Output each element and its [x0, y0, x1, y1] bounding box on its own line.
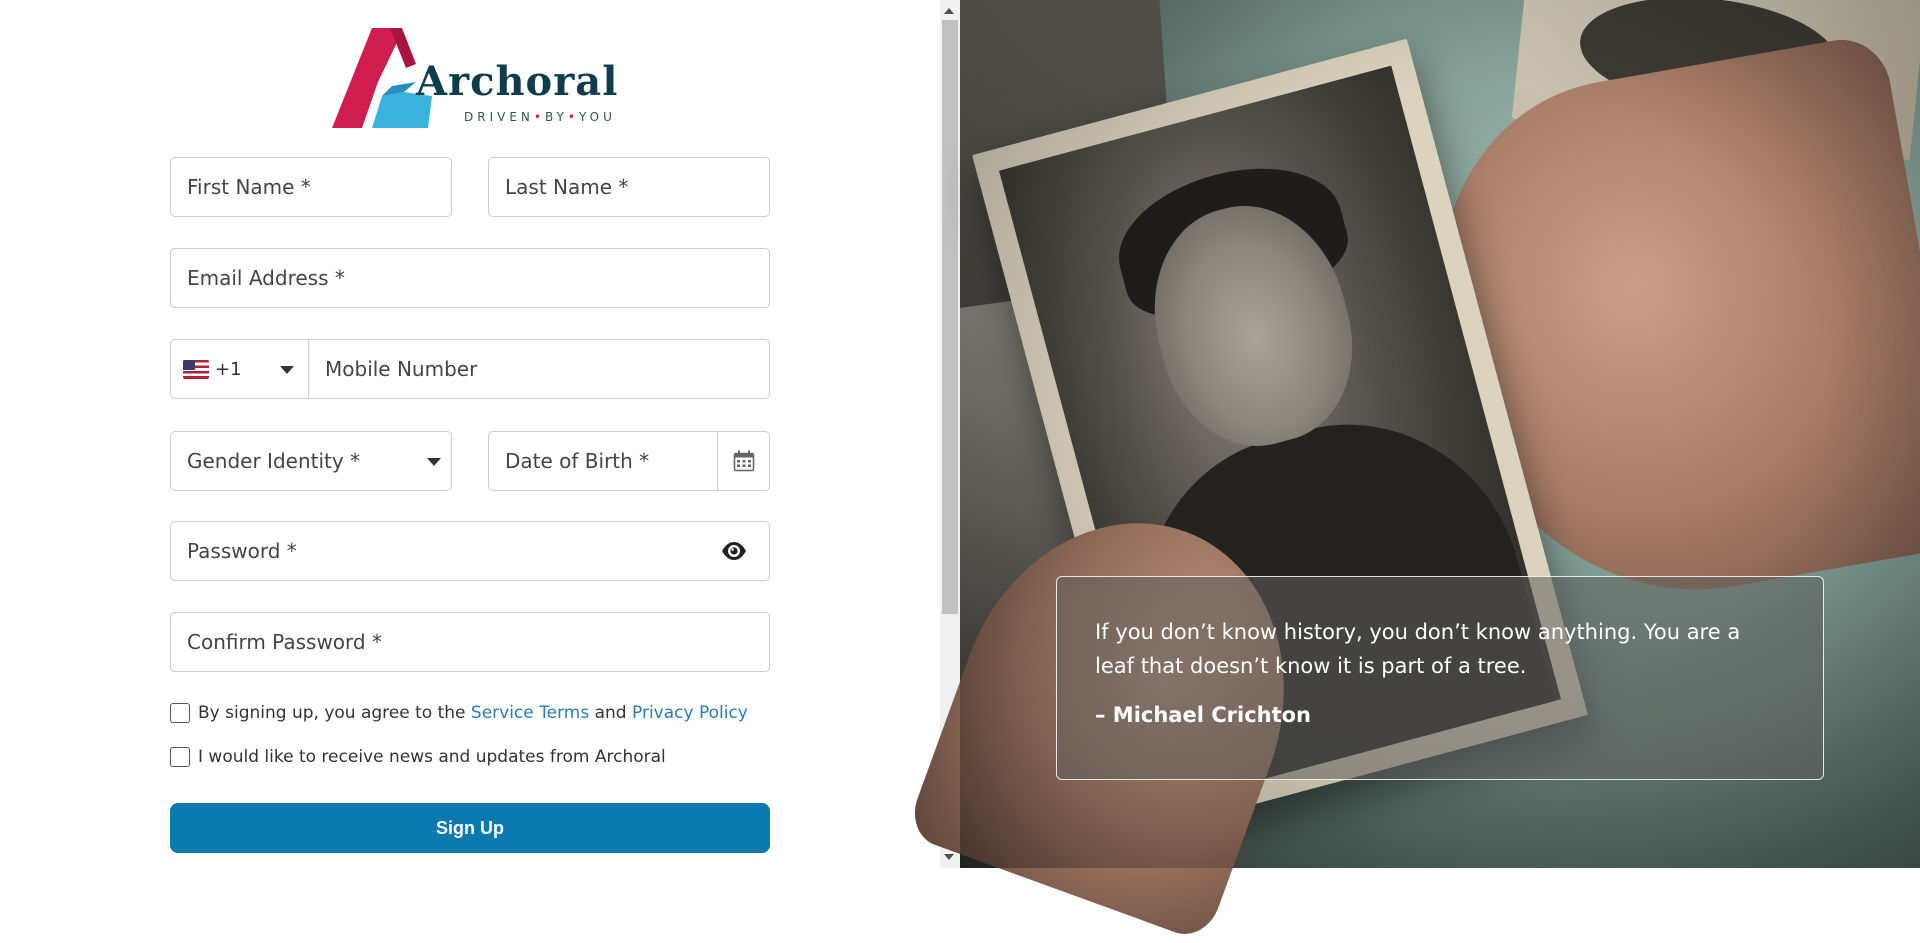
email-field: [170, 248, 770, 308]
email-input[interactable]: [171, 249, 769, 307]
mobile-number-input[interactable]: [309, 340, 769, 398]
terms-text: By signing up, you agree to the: [198, 703, 466, 723]
news-consent-row: I would like to receive news and updates…: [170, 747, 666, 767]
password-input[interactable]: [171, 522, 769, 580]
scrollbar-thumb[interactable]: [942, 20, 958, 614]
gender-select-box[interactable]: Gender Identity *: [171, 432, 451, 490]
calendar-icon: [733, 450, 754, 472]
quote-text: If you don’t know history, you don’t kno…: [1095, 620, 1741, 678]
us-flag-icon: [183, 359, 209, 379]
calendar-button[interactable]: [717, 432, 769, 490]
logo-wordmark: Archoral: [416, 58, 619, 105]
date-of-birth-input[interactable]: [489, 432, 717, 490]
quote-author: – Michael Crichton: [1095, 703, 1312, 727]
archoral-logo[interactable]: Archoral DRIVEN•BY•YOU: [332, 24, 617, 134]
scroll-up-arrow-icon[interactable]: [944, 8, 954, 14]
confirm-password-input[interactable]: [171, 613, 769, 671]
confirm-password-field: [170, 612, 770, 672]
gender-identity-select[interactable]: Gender Identity *: [170, 431, 452, 491]
dob-input-wrap: [489, 432, 717, 490]
scroll-down-arrow-icon[interactable]: [944, 854, 954, 860]
mobile-number-wrap: [309, 340, 769, 398]
eye-icon[interactable]: [721, 540, 747, 562]
sign-up-button[interactable]: Sign Up: [170, 803, 770, 853]
chevron-down-icon: [280, 366, 294, 374]
date-of-birth-field: [488, 431, 770, 491]
privacy-policy-link[interactable]: Privacy Policy: [632, 703, 748, 723]
terms-consent-row: By signing up, you agree to the Service …: [170, 703, 748, 723]
news-checkbox[interactable]: [170, 747, 190, 767]
news-text: I would like to receive news and updates…: [198, 747, 666, 767]
last-name-input[interactable]: [489, 158, 769, 216]
terms-and-text: and: [594, 703, 627, 723]
quote-card: If you don’t know history, you don’t kno…: [1056, 576, 1824, 780]
terms-checkbox[interactable]: [170, 703, 190, 723]
signup-form-panel: Archoral DRIVEN•BY•YOU +1 Gender Identit…: [0, 0, 940, 868]
last-name-field: [488, 157, 770, 217]
first-name-field: [170, 157, 452, 217]
service-terms-link[interactable]: Service Terms: [471, 703, 589, 723]
first-name-input[interactable]: [171, 158, 451, 216]
password-field: [170, 521, 770, 581]
gender-select-placeholder: Gender Identity *: [187, 449, 361, 473]
country-code-select[interactable]: +1: [171, 340, 309, 398]
chevron-down-icon: [427, 458, 441, 466]
dial-code: +1: [215, 358, 242, 380]
logo-tagline: DRIVEN•BY•YOU: [464, 110, 616, 124]
phone-field: +1: [170, 339, 770, 399]
